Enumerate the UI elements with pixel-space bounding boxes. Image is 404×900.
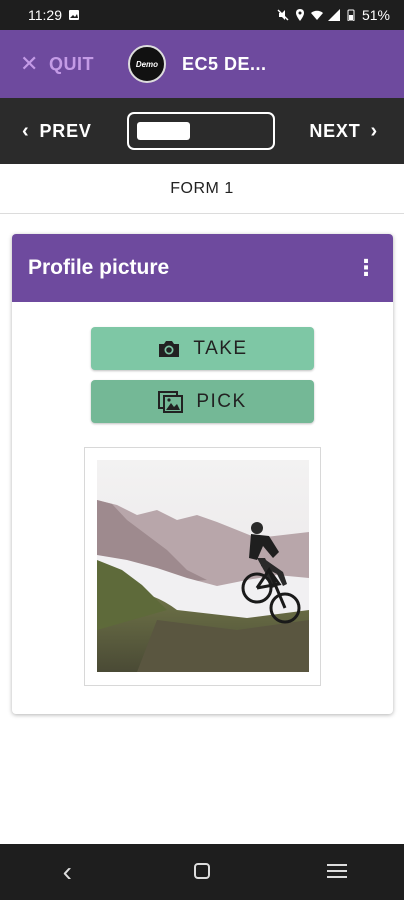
take-photo-button[interactable]: TAKE [91, 327, 314, 370]
quit-button[interactable]: ✕ QUIT [20, 51, 94, 77]
question-title: Profile picture [28, 256, 170, 279]
mountain-bike-photo [97, 460, 309, 672]
signal-icon [327, 9, 340, 21]
pick-label: PICK [196, 390, 247, 412]
prev-button[interactable]: ‹ PREV [22, 120, 92, 143]
gallery-notification-icon [69, 10, 79, 20]
back-icon[interactable]: ‹ [37, 856, 97, 888]
status-time: 11:29 [28, 7, 62, 23]
photo-preview [84, 447, 321, 686]
gallery-icon [158, 390, 184, 413]
progress-indicator [126, 112, 275, 150]
take-label: TAKE [193, 337, 248, 359]
system-navigation-bar: ‹ [0, 844, 404, 900]
close-icon: ✕ [20, 51, 39, 76]
home-icon[interactable] [172, 856, 232, 888]
chevron-left-icon: ‹ [22, 119, 30, 142]
status-bar: 11:29 51% [0, 0, 404, 30]
form-navigation: ‹ PREV NEXT › [0, 98, 404, 164]
chevron-right-icon: › [370, 119, 378, 142]
project-title: EC5 DE... [181, 53, 267, 74]
mute-icon [277, 9, 289, 21]
progress-fill [136, 122, 190, 140]
location-icon [295, 9, 304, 21]
pick-photo-button[interactable]: PICK [91, 380, 314, 423]
next-label: NEXT [309, 120, 361, 141]
next-button[interactable]: NEXT › [309, 120, 378, 143]
form-title: FORM 1 [0, 164, 404, 214]
prev-label: PREV [39, 120, 92, 141]
project-logo: Demo [127, 45, 166, 83]
project-logo-text: Demo [135, 59, 159, 69]
app-toolbar: ✕ QUIT Demo EC5 DE... [0, 30, 404, 98]
wifi-icon [310, 10, 323, 20]
camera-icon [159, 340, 180, 357]
battery-level: 51% [361, 7, 390, 23]
question-card: Profile picture ⋮ TAKE PICK [12, 234, 393, 714]
recents-icon[interactable] [307, 856, 367, 888]
question-header: Profile picture ⋮ [12, 234, 393, 302]
more-options-icon[interactable]: ⋮ [355, 257, 377, 279]
battery-icon [347, 9, 355, 21]
quit-label: QUIT [48, 53, 94, 74]
